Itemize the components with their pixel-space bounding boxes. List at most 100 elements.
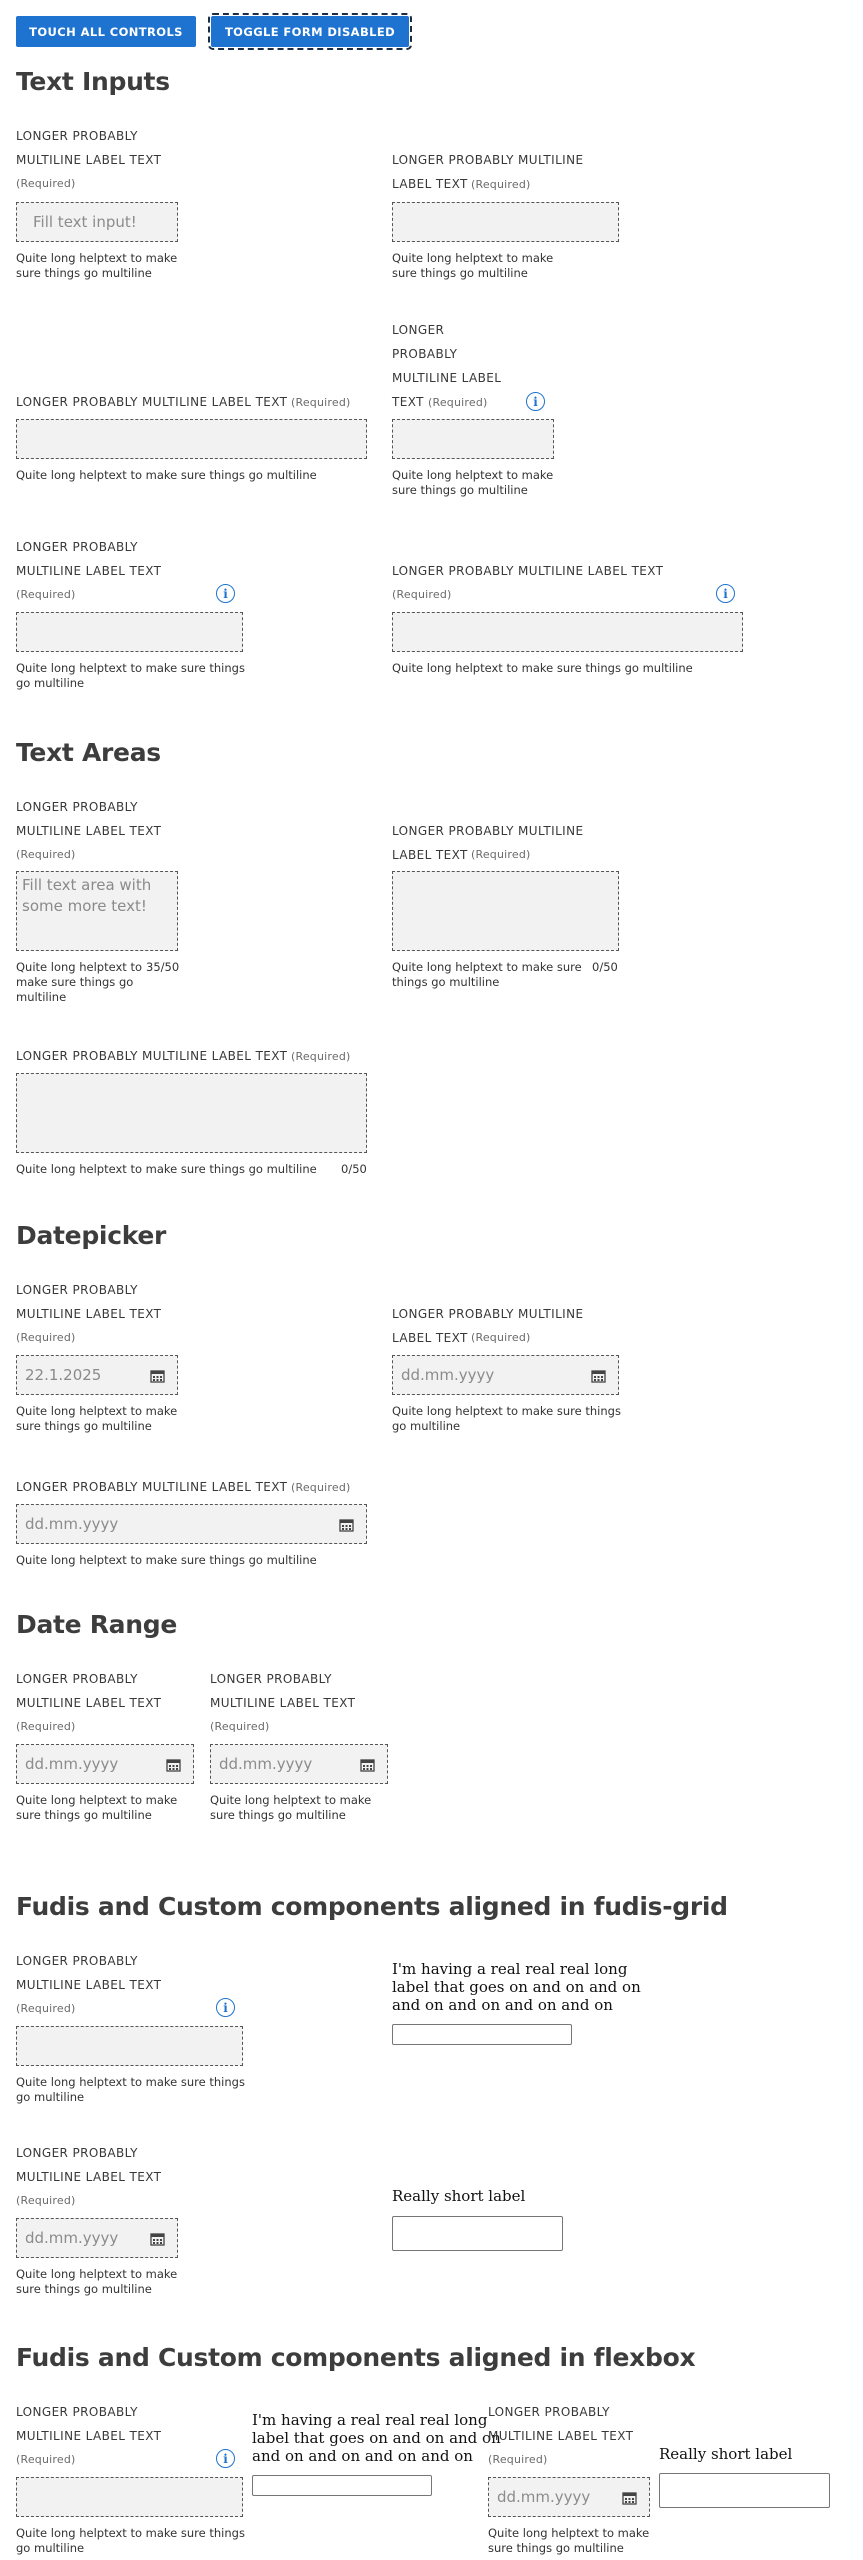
text-input-6-help: Quite long helptext to make sure things …	[392, 661, 693, 675]
text-input-3-help: Quite long helptext to make sure things …	[16, 468, 317, 482]
required-text: (Required)	[16, 588, 76, 601]
calendar-icon[interactable]	[622, 2491, 637, 2505]
text-input-3-label: LONGER PROBABLY MULTILINE LABEL TEXT	[16, 395, 288, 409]
datepicker-1-value: 22.1.2025	[25, 1366, 102, 1384]
flex-custom-short-input[interactable]	[659, 2473, 830, 2508]
flex-text-input-label: LONGER PROBABLY MULTILINE LABEL TEXT	[16, 2405, 162, 2443]
section-title-text-inputs: Text Inputs	[16, 67, 170, 96]
text-input-1-help: Quite long helptext to make sure things g…	[16, 251, 178, 280]
text-area-1-help: Quite long helptext to make sure things g…	[16, 960, 143, 1004]
required-text: (Required)	[471, 1331, 531, 1344]
text-input-1-label: LONGER PROBABLY MULTILINE LABEL TEXT	[16, 129, 162, 167]
required-text: (Required)	[392, 588, 452, 601]
info-icon[interactable]: i	[216, 2449, 235, 2468]
calendar-icon[interactable]	[339, 1518, 354, 1532]
required-text: (Required)	[488, 2453, 548, 2466]
required-text: (Required)	[428, 396, 488, 409]
text-input-4[interactable]	[392, 419, 554, 459]
section-title-datepicker: Datepicker	[16, 1221, 167, 1250]
flex-custom-short-label: Really short label	[659, 2445, 793, 2463]
datepicker-2-help: Quite long helptext to make sure things g…	[392, 1404, 621, 1433]
section-title-date-range: Date Range	[16, 1610, 178, 1639]
custom-short-input[interactable]	[392, 2216, 563, 2251]
text-area-3-help: Quite long helptext to make sure things …	[16, 1162, 317, 1176]
grid-text-input[interactable]	[16, 2026, 243, 2066]
info-icon[interactable]: i	[526, 392, 545, 411]
datepicker-2[interactable]: dd.mm.yyyy	[392, 1355, 619, 1395]
text-area-3[interactable]	[16, 1073, 367, 1153]
calendar-icon[interactable]	[166, 1758, 181, 1772]
date-range-start-input[interactable]: dd.mm.yyyy	[16, 1744, 194, 1784]
flex-custom-long-label: I'm having a real real real long label t…	[252, 2411, 501, 2465]
flex-datepicker-placeholder: dd.mm.yyyy	[497, 2488, 591, 2506]
required-text: (Required)	[16, 848, 76, 861]
required-text: (Required)	[471, 178, 531, 191]
grid-text-input-help: Quite long helptext to make sure things g…	[16, 2075, 245, 2104]
text-area-3-counter: 0/50	[341, 1162, 367, 1176]
date-range-start-help: Quite long helptext to make sure things g…	[16, 1793, 178, 1822]
section-title-fudis-grid: Fudis and Custom components aligned in f…	[16, 1892, 728, 1921]
section-title-flexbox: Fudis and Custom components aligned in f…	[16, 2343, 696, 2372]
grid-datepicker-label: LONGER PROBABLY MULTILINE LABEL TEXT	[16, 2146, 162, 2184]
required-text: (Required)	[16, 1720, 76, 1733]
required-text: (Required)	[291, 1050, 351, 1063]
text-input-1-placeholder: Fill text input!	[33, 213, 137, 231]
required-text: (Required)	[291, 396, 351, 409]
datepicker-3[interactable]: dd.mm.yyyy	[16, 1504, 367, 1544]
datepicker-3-label: LONGER PROBABLY MULTILINE LABEL TEXT	[16, 1480, 288, 1494]
text-area-1-counter: 35/50	[146, 960, 180, 974]
custom-short-label: Really short label	[392, 2187, 526, 2205]
datepicker-1-help: Quite long helptext to make sure things g…	[16, 1404, 178, 1433]
flex-datepicker-help: Quite long helptext to make sure things g…	[488, 2526, 650, 2555]
info-icon[interactable]: i	[216, 1998, 235, 2017]
text-input-4-help: Quite long helptext to make sure things g…	[392, 468, 554, 497]
grid-text-input-label: LONGER PROBABLY MULTILINE LABEL TEXT	[16, 1954, 162, 1992]
calendar-icon[interactable]	[360, 1758, 375, 1772]
text-area-2-counter: 0/50	[592, 960, 618, 974]
section-title-text-areas: Text Areas	[16, 738, 161, 767]
calendar-icon[interactable]	[150, 2232, 165, 2246]
required-text: (Required)	[210, 1720, 270, 1733]
flex-text-input-help: Quite long helptext to make sure things g…	[16, 2526, 245, 2555]
required-text: (Required)	[471, 848, 531, 861]
text-input-2-help: Quite long helptext to make sure things g…	[392, 251, 554, 280]
required-text: (Required)	[16, 1331, 76, 1344]
grid-datepicker[interactable]: dd.mm.yyyy	[16, 2218, 178, 2258]
flex-text-input[interactable]	[16, 2477, 243, 2517]
text-input-6-label: LONGER PROBABLY MULTILINE LABEL TEXT	[392, 564, 664, 578]
text-input-6[interactable]	[392, 612, 743, 652]
text-area-1-value: Fill text area with some more text!	[22, 876, 152, 915]
flex-datepicker-label: LONGER PROBABLY MULTILINE LABEL TEXT	[488, 2405, 634, 2443]
info-icon[interactable]: i	[216, 584, 235, 603]
text-input-3[interactable]	[16, 419, 367, 459]
datepicker-1-label: LONGER PROBABLY MULTILINE LABEL TEXT	[16, 1283, 162, 1321]
date-range-start-label: LONGER PROBABLY MULTILINE LABEL TEXT	[16, 1672, 162, 1710]
calendar-icon[interactable]	[591, 1369, 606, 1383]
calendar-icon[interactable]	[150, 1369, 165, 1383]
date-range-end-help: Quite long helptext to make sure things g…	[210, 1793, 372, 1822]
date-range-start-placeholder: dd.mm.yyyy	[25, 1755, 119, 1773]
date-range-end-placeholder: dd.mm.yyyy	[219, 1755, 313, 1773]
text-input-5[interactable]	[16, 612, 243, 652]
custom-long-label: I'm having a real real real long label t…	[392, 1960, 641, 2014]
text-input-1[interactable]: Fill text input!	[16, 202, 178, 242]
required-text: (Required)	[16, 177, 76, 190]
text-input-2[interactable]	[392, 202, 619, 242]
flex-datepicker[interactable]: dd.mm.yyyy	[488, 2477, 650, 2517]
toggle-form-disabled-button[interactable]: TOGGLE FORM DISABLED	[208, 13, 412, 50]
text-area-1[interactable]: Fill text area with some more text!	[16, 871, 178, 951]
grid-datepicker-placeholder: dd.mm.yyyy	[25, 2229, 119, 2247]
text-input-5-help: Quite long helptext to make sure things g…	[16, 661, 245, 690]
text-area-2-help: Quite long helptext to make sure things g…	[392, 960, 582, 989]
text-area-2[interactable]	[392, 871, 619, 951]
custom-long-input[interactable]	[392, 2024, 572, 2045]
datepicker-2-placeholder: dd.mm.yyyy	[401, 1366, 495, 1384]
date-range-end-input[interactable]: dd.mm.yyyy	[210, 1744, 388, 1784]
info-icon[interactable]: i	[716, 584, 735, 603]
text-area-3-label: LONGER PROBABLY MULTILINE LABEL TEXT	[16, 1049, 288, 1063]
touch-all-controls-button[interactable]: TOUCH ALL CONTROLS	[16, 16, 196, 47]
required-text: (Required)	[16, 2002, 76, 2015]
grid-datepicker-help: Quite long helptext to make sure things g…	[16, 2267, 178, 2296]
flex-custom-long-input[interactable]	[252, 2475, 432, 2496]
datepicker-1[interactable]: 22.1.2025	[16, 1355, 178, 1395]
